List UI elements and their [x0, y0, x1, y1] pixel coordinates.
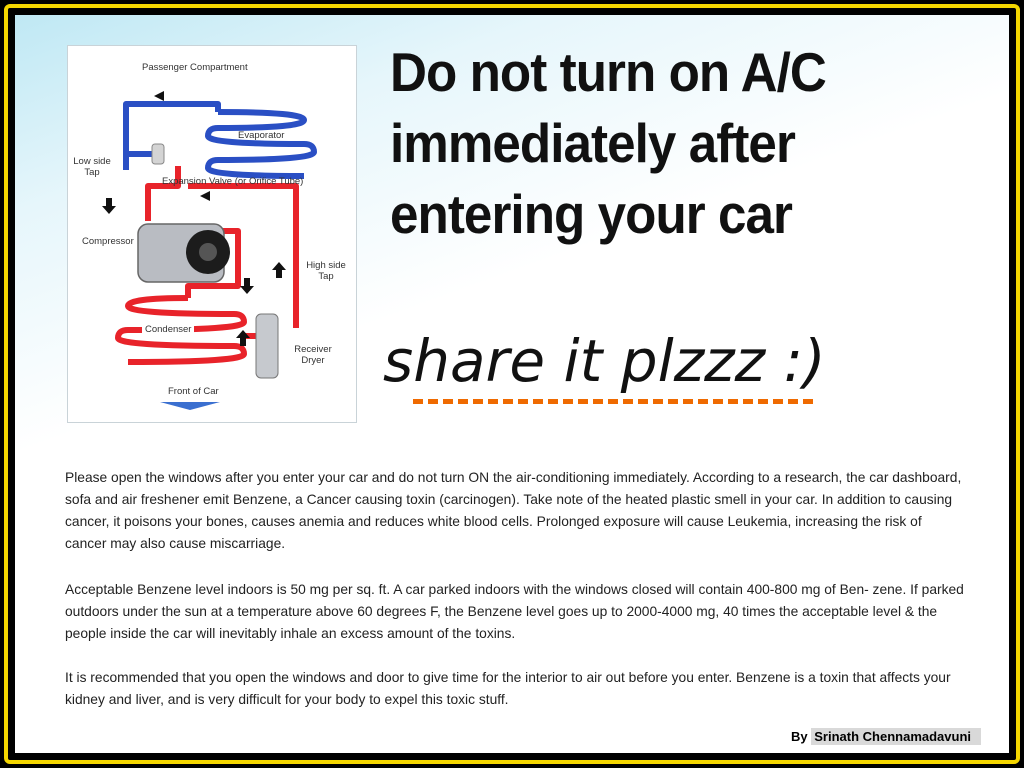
low-pressure-lines [123, 101, 317, 179]
label-low-side-tap: Low side Tap [73, 156, 111, 178]
share-dashed-underline [413, 399, 813, 404]
poster-canvas: Passenger Compartment Evaporator Low sid… [12, 12, 1012, 756]
label-evaporator: Evaporator [238, 130, 285, 141]
ac-system-diagram: Passenger Compartment Evaporator Low sid… [67, 45, 357, 423]
expansion-valve-shape [151, 143, 165, 165]
credit-by: By [791, 729, 808, 744]
label-expansion-valve: Expansion Valve (or Orifice Tube) [162, 176, 304, 187]
receiver-dryer-shape [255, 313, 279, 379]
label-compressor: Compressor [82, 236, 134, 247]
headline-line-2: immediately after [390, 112, 796, 174]
credit-name: Srinath Chennamadavuni [811, 728, 981, 745]
label-receiver-dryer: Receiver Dryer [294, 344, 332, 366]
headline-line-1: Do not turn on A/C [390, 41, 827, 103]
label-front-of-car: Front of Car [168, 386, 219, 397]
paragraph-2: Acceptable Benzene level indoors is 50 m… [65, 582, 964, 641]
headline-line-3: entering your car [390, 183, 793, 245]
poster-frame: Passenger Compartment Evaporator Low sid… [0, 0, 1024, 768]
evaporator-coil [205, 109, 317, 179]
compressor-shape [137, 223, 230, 283]
paragraph-3: It is recommended that you open the wind… [65, 670, 951, 707]
headline: Do not turn on A/C immediately after ent… [390, 37, 948, 250]
share-callout: share it plzzz :) [383, 327, 826, 395]
label-high-side-tap: High side Tap [306, 260, 346, 282]
paragraph-1: Please open the windows after you enter … [65, 470, 962, 551]
author-credit: By Srinath Chennamadavuni [791, 728, 981, 745]
front-of-car-arrow [160, 402, 220, 410]
label-passenger-compartment: Passenger Compartment [142, 62, 248, 73]
label-condenser: Condenser [142, 324, 195, 335]
